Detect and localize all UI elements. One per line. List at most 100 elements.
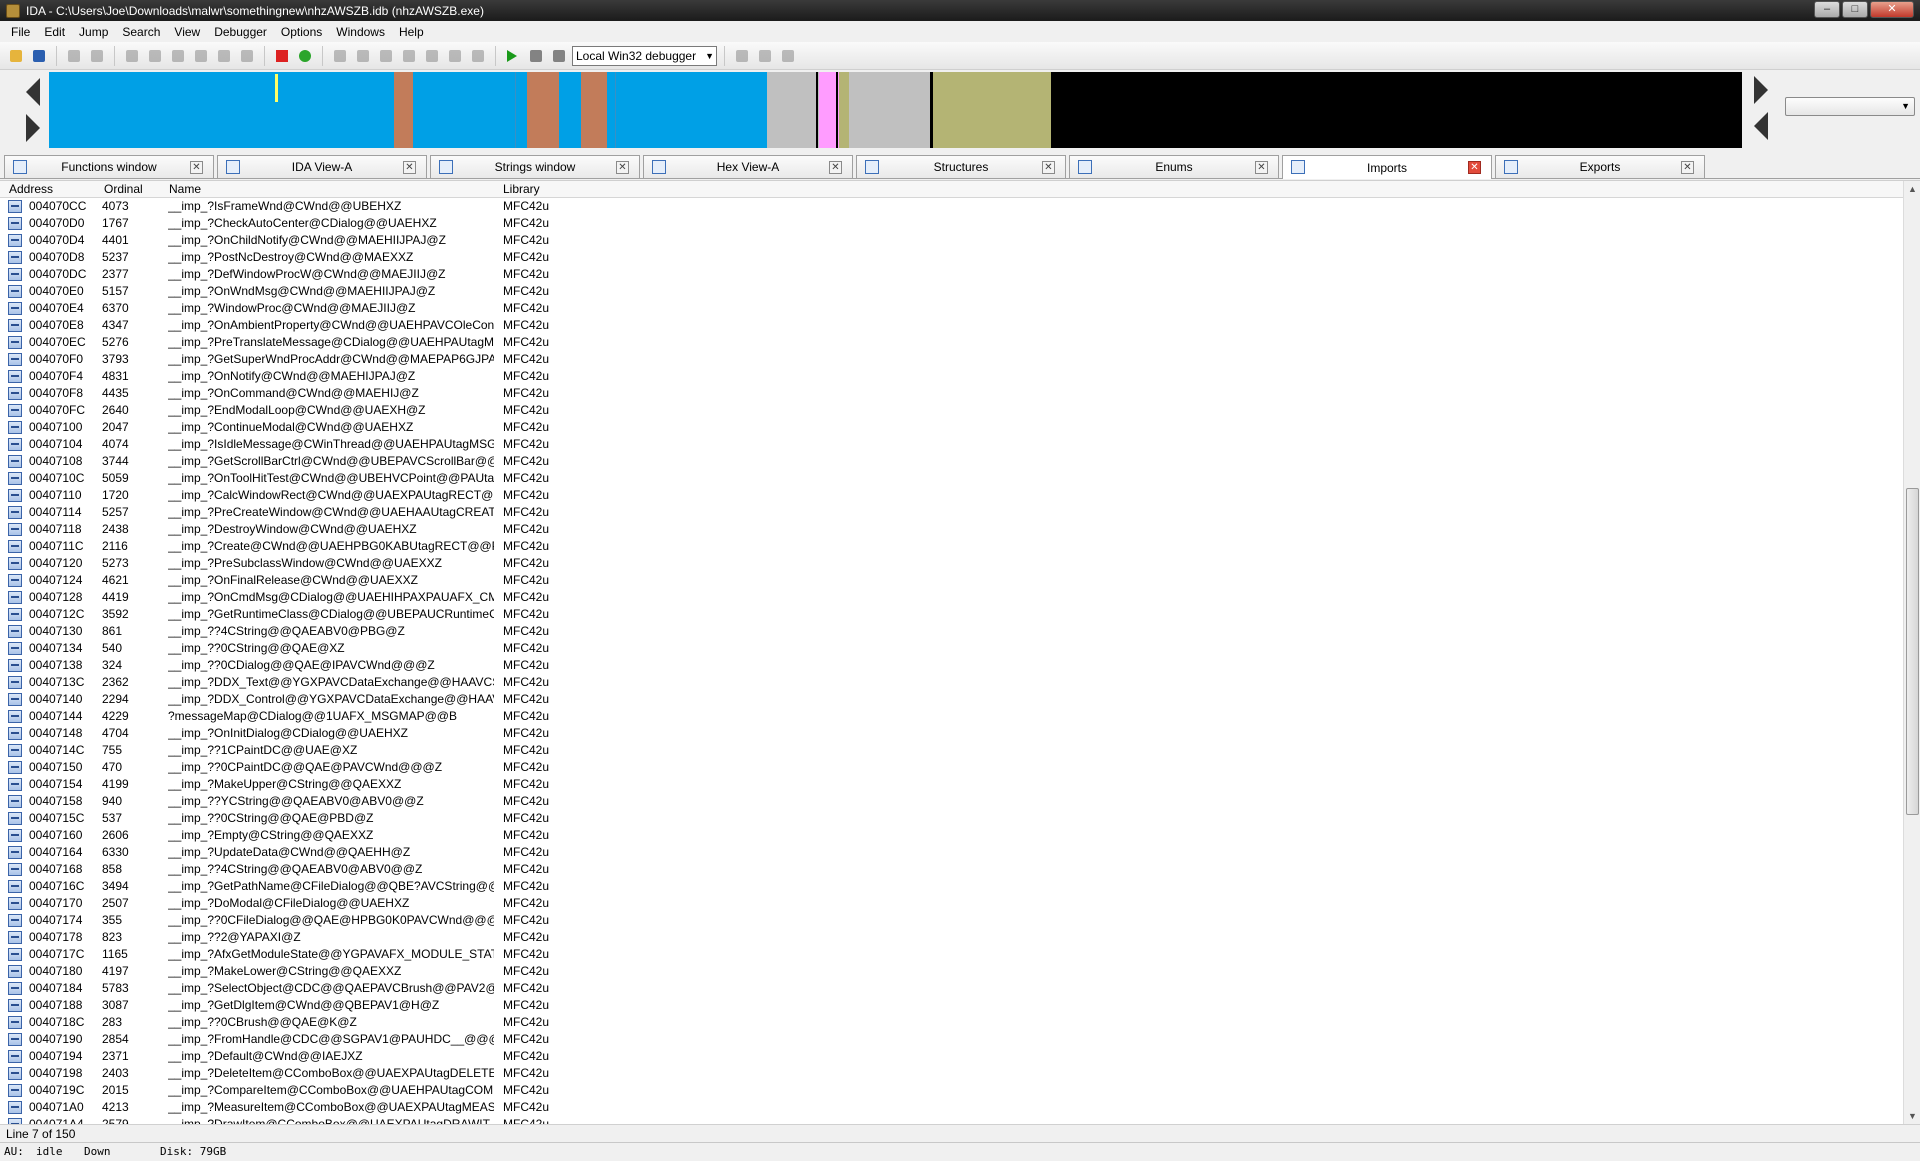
- delete-breakpoint-icon[interactable]: [778, 46, 798, 66]
- table-row[interactable]: 00407134 540 __imp_??0CString@@QAE@XZ MFC42…: [0, 640, 1903, 657]
- tab-ida-view-a[interactable]: IDA View-A ✕: [217, 155, 427, 178]
- menu-file[interactable]: File: [4, 25, 37, 39]
- table-row[interactable]: 00407188 3087 __imp_?GetDlgItem@CWnd@@QBEP…: [0, 997, 1903, 1014]
- step-into-icon[interactable]: [353, 46, 373, 66]
- back-arrow-icon[interactable]: [64, 46, 84, 66]
- table-row[interactable]: 0040715C 537 __imp_??0CString@@QAE@PBD@Z MF…: [0, 810, 1903, 827]
- stop-icon[interactable]: [549, 46, 569, 66]
- table-row[interactable]: 00407164 6330 __imp_?UpdateData@CWnd@@QAEH…: [0, 844, 1903, 861]
- menu-search[interactable]: Search: [115, 25, 167, 39]
- table-row[interactable]: 00407190 2854 __imp_?FromHandle@CDC@@SGPAV…: [0, 1031, 1903, 1048]
- vertical-scrollbar[interactable]: ▲ ▼: [1903, 181, 1920, 1125]
- close-icon[interactable]: ✕: [1042, 161, 1055, 174]
- menu-view[interactable]: View: [167, 25, 207, 39]
- open-folder-icon[interactable]: [6, 46, 26, 66]
- table-row[interactable]: 004070F8 4435 __imp_?OnCommand@CWnd@@MAEHI…: [0, 385, 1903, 402]
- table-row[interactable]: 0040717C 1165 __imp_?AfxGetModuleState@@YG…: [0, 946, 1903, 963]
- table-row[interactable]: 00407114 5257 __imp_?PreCreateWindow@CWnd@…: [0, 504, 1903, 521]
- nav-left-arrow-icon[interactable]: [22, 76, 42, 108]
- save-icon[interactable]: [29, 46, 49, 66]
- breakpoint-icon[interactable]: [330, 46, 350, 66]
- table-row[interactable]: 0040714C 755 __imp_??1CPaintDC@@UAE@XZ MFC4…: [0, 742, 1903, 759]
- table-row[interactable]: 0040712C 3592 __imp_?GetRuntimeClass@CDial…: [0, 606, 1903, 623]
- pause-icon[interactable]: [526, 46, 546, 66]
- table-row[interactable]: 004070E4 6370 __imp_?WindowProc@CWnd@@MAEJ…: [0, 300, 1903, 317]
- table-row[interactable]: 004070E8 4347 __imp_?OnAmbientProperty@CWn…: [0, 317, 1903, 334]
- table-row[interactable]: 00407198 2403 __imp_?DeleteItem@CComboBox@…: [0, 1065, 1903, 1082]
- minimize-button[interactable]: –: [1814, 1, 1840, 18]
- table-row[interactable]: 004070CC 4073 __imp_?IsFrameWnd@CWnd@@UBEH…: [0, 198, 1903, 215]
- tab-functions-window[interactable]: Functions window ✕: [4, 155, 214, 178]
- scroll-down-icon[interactable]: ▼: [1904, 1108, 1920, 1125]
- table-row[interactable]: 004070D8 5237 __imp_?PostNcDestroy@CWnd@@M…: [0, 249, 1903, 266]
- tab-structures[interactable]: Structures ✕: [856, 155, 1066, 178]
- menu-debugger[interactable]: Debugger: [207, 25, 274, 39]
- down-arrow-icon[interactable]: [214, 46, 234, 66]
- nav-right-arrow-icon[interactable]: [22, 112, 42, 144]
- table-row[interactable]: 00407124 4621 __imp_?OnFinalRelease@CWnd@@…: [0, 572, 1903, 589]
- close-icon[interactable]: ✕: [616, 161, 629, 174]
- start-debugger-icon[interactable]: [503, 46, 523, 66]
- header-name[interactable]: Name: [169, 182, 201, 196]
- close-icon[interactable]: ✕: [829, 161, 842, 174]
- table-row[interactable]: 004070DC 2377 __imp_?DefWindowProcW@CWnd@@…: [0, 266, 1903, 283]
- menu-windows[interactable]: Windows: [329, 25, 392, 39]
- debugger-select[interactable]: Local Win32 debugger: [572, 45, 717, 66]
- binary-search-icon[interactable]: [122, 46, 142, 66]
- table-row[interactable]: 00407110 1720 __imp_?CalcWindowRect@CWnd@@…: [0, 487, 1903, 504]
- table-row[interactable]: 00407174 355 __imp_??0CFileDialog@@QAE@HPB…: [0, 912, 1903, 929]
- menu-help[interactable]: Help: [392, 25, 431, 39]
- table-row[interactable]: 00407140 2294 __imp_?DDX_Control@@YGXPAVCD…: [0, 691, 1903, 708]
- navigation-band[interactable]: [49, 72, 1742, 148]
- search-next-icon[interactable]: [191, 46, 211, 66]
- table-row[interactable]: 00407128 4419 __imp_?OnCmdMsg@CDialog@@UAE…: [0, 589, 1903, 606]
- trace-icon[interactable]: [422, 46, 442, 66]
- table-row[interactable]: 004070D4 4401 __imp_?OnChildNotify@CWnd@@M…: [0, 232, 1903, 249]
- close-icon[interactable]: ✕: [190, 161, 203, 174]
- table-row[interactable]: 004070E0 5157 __imp_?OnWndMsg@CWnd@@MAEHII…: [0, 283, 1903, 300]
- table-row[interactable]: 0040711C 2116 __imp_?Create@CWnd@@UAEHPBG0…: [0, 538, 1903, 555]
- text-search-icon[interactable]: [145, 46, 165, 66]
- table-row[interactable]: 00407120 5273 __imp_?PreSubclassWindow@CWn…: [0, 555, 1903, 572]
- tab-strings-window[interactable]: Strings window ✕: [430, 155, 640, 178]
- table-row[interactable]: 00407168 858 __imp_??4CString@@QAEABV0@ABV…: [0, 861, 1903, 878]
- table-row[interactable]: 00407108 3744 __imp_?GetScrollBarCtrl@CWnd…: [0, 453, 1903, 470]
- table-row[interactable]: 00407150 470 __imp_??0CPaintDC@@QAE@PAVCWn…: [0, 759, 1903, 776]
- forward-arrow-icon[interactable]: [87, 46, 107, 66]
- menu-options[interactable]: Options: [274, 25, 329, 39]
- header-address[interactable]: Address: [9, 182, 53, 196]
- detach-icon[interactable]: [468, 46, 488, 66]
- close-icon[interactable]: ✕: [403, 161, 416, 174]
- header-ordinal[interactable]: Ordinal: [104, 182, 143, 196]
- table-row[interactable]: 00407160 2606 __imp_?Empty@CString@@QAEXXZ…: [0, 827, 1903, 844]
- table-row[interactable]: 00407118 2438 __imp_?DestroyWindow@CWnd@@U…: [0, 521, 1903, 538]
- menu-edit[interactable]: Edit: [37, 25, 72, 39]
- tab-imports[interactable]: Imports ✕: [1282, 155, 1492, 179]
- table-row[interactable]: 00407138 324 __imp_??0CDialog@@QAE@IPAVCWn…: [0, 657, 1903, 674]
- table-row[interactable]: 00407104 4074 __imp_?IsIdleMessage@CWinThr…: [0, 436, 1903, 453]
- run-script-icon[interactable]: [295, 46, 315, 66]
- table-row[interactable]: 00407194 2371 __imp_?Default@CWnd@@IAEJXZ M…: [0, 1048, 1903, 1065]
- table-row[interactable]: 00407148 4704 __imp_?OnInitDialog@CDialog@…: [0, 725, 1903, 742]
- close-icon[interactable]: ✕: [1255, 161, 1268, 174]
- close-icon[interactable]: ✕: [1681, 161, 1694, 174]
- table-row[interactable]: 0040713C 2362 __imp_?DDX_Text@@YGXPAVCData…: [0, 674, 1903, 691]
- table-row[interactable]: 00407100 2047 __imp_?ContinueModal@CWnd@@U…: [0, 419, 1903, 436]
- close-button[interactable]: ✕: [1870, 1, 1914, 18]
- table-row[interactable]: 0040719C 2015 __imp_?CompareItem@CComboBox…: [0, 1082, 1903, 1099]
- close-icon[interactable]: ✕: [1468, 161, 1481, 174]
- table-row[interactable]: 00407154 4199 __imp_?MakeUpper@CString@@QA…: [0, 776, 1903, 793]
- header-library[interactable]: Library: [503, 182, 540, 196]
- maximize-button[interactable]: □: [1842, 1, 1868, 18]
- tab-exports[interactable]: Exports ✕: [1495, 155, 1705, 178]
- menu-jump[interactable]: Jump: [72, 25, 115, 39]
- table-row[interactable]: 004070EC 5276 __imp_?PreTranslateMessage@C…: [0, 334, 1903, 351]
- nav-options-dropdown[interactable]: ▼: [1785, 97, 1915, 116]
- nav-zoom-in-icon[interactable]: [1750, 74, 1770, 106]
- table-row[interactable]: 00407144 4229 ?messageMap@CDialog@@1UAFX_M…: [0, 708, 1903, 725]
- table-row[interactable]: 00407158 940 __imp_??YCString@@QAEABV0@ABV…: [0, 793, 1903, 810]
- table-row[interactable]: 004070D0 1767 __imp_?CheckAutoCenter@CDial…: [0, 215, 1903, 232]
- graph-icon[interactable]: [272, 46, 292, 66]
- table-row[interactable]: 00407180 4197 __imp_?MakeLower@CString@@QA…: [0, 963, 1903, 980]
- table-row[interactable]: 00407178 823 __imp_??2@YAPAXI@Z MFC42u: [0, 929, 1903, 946]
